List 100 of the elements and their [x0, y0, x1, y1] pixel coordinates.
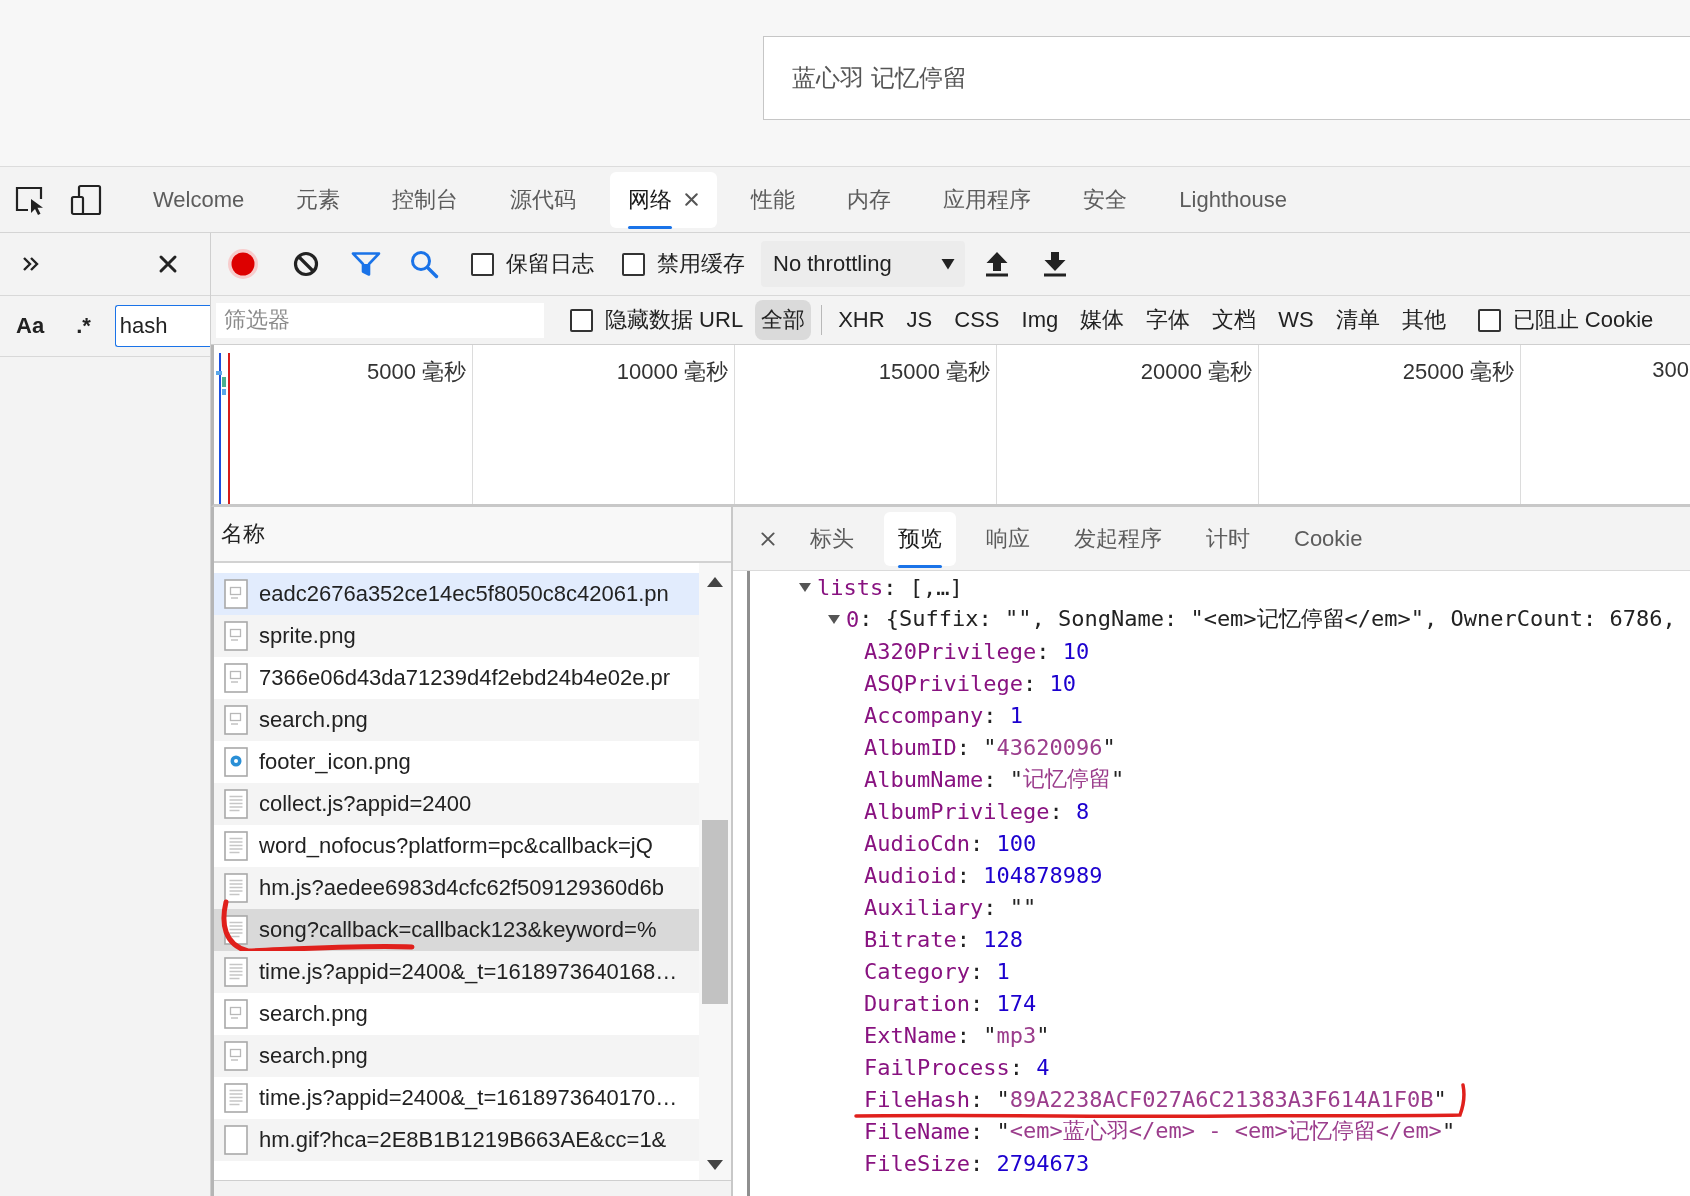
request-row[interactable]: sprite.png: [214, 615, 699, 657]
checkbox[interactable]: [570, 308, 593, 332]
checkbox[interactable]: [1477, 308, 1501, 332]
detail-tab[interactable]: 预览: [884, 511, 956, 566]
resource-type-filter[interactable]: 媒体: [1074, 300, 1131, 340]
checkbox-label: 隐藏数据 URL: [605, 306, 744, 334]
json-property: ExtName: "mp3": [863, 1021, 1051, 1050]
json-property: AlbumPrivilege: 8: [863, 797, 1091, 826]
circle-slash-icon[interactable]: [293, 251, 319, 277]
resource-type-filter[interactable]: CSS: [948, 300, 1006, 340]
search-icon[interactable]: [409, 249, 439, 279]
json-property: Auxiliary: "": [863, 893, 1038, 922]
request-row[interactable]: hm.gif?hca=2E8B1B1219B663AE&cc=1&: [214, 1119, 699, 1161]
time-tick-label: 300: [1652, 357, 1689, 383]
image-file-icon: [224, 663, 248, 693]
close-icon[interactable]: [684, 192, 700, 207]
json-property: Audioid: 104878989: [863, 861, 1104, 890]
double-chevron-icon[interactable]: [22, 255, 40, 273]
image-file-icon: [224, 1041, 248, 1071]
json-property: FileSize: 2794673: [863, 1149, 1091, 1178]
image-file-icon: [224, 621, 248, 651]
resource-type-filter[interactable]: 字体: [1140, 300, 1197, 340]
request-row[interactable]: search.png: [214, 1035, 699, 1077]
resource-type-filter[interactable]: JS: [900, 300, 939, 340]
image-file-icon: [224, 579, 248, 609]
caret-icon[interactable]: [827, 613, 841, 625]
scroll-down-icon[interactable]: [707, 1160, 723, 1170]
json-property: AlbumName: "记忆停留": [863, 765, 1126, 794]
resource-type-filter[interactable]: Img: [1015, 300, 1065, 340]
panel-tab[interactable]: 安全: [1065, 171, 1146, 228]
resource-type-filter[interactable]: WS: [1272, 300, 1320, 340]
json-tree-node[interactable]: 0: {Suffix: "", SongName: "<em>记忆停留</em>", OwnerCount: 6786,: [750, 603, 1690, 635]
json-property: ASQPrivilege: 10: [863, 669, 1077, 698]
request-row[interactable]: eadc2676a352ce14ec5f8050c8c42061.pn: [214, 573, 699, 615]
checkbox[interactable]: [471, 252, 494, 276]
json-property: FileHash: "89A2238ACF027A6C21383A3F614A1F0B": [750, 1083, 1690, 1115]
resource-type-filter[interactable]: 清单: [1329, 300, 1386, 340]
panel-tab[interactable]: 元素: [278, 171, 359, 228]
panel-tab[interactable]: 内存: [829, 171, 910, 228]
checkbox-label: 保留日志: [506, 250, 594, 278]
search-input[interactable]: hash: [114, 305, 210, 347]
column-header: 名称: [221, 520, 265, 548]
request-row[interactable]: time.js?appid=2400&_t=1618973640168…: [214, 951, 699, 993]
time-tick-label: 10000 毫秒: [616, 358, 728, 386]
close-icon[interactable]: [158, 254, 178, 274]
panel-tab[interactable]: 性能: [733, 171, 814, 228]
text-file-icon: [224, 789, 248, 819]
detail-tab[interactable]: 标头: [796, 511, 868, 566]
upload-icon[interactable]: [985, 251, 1009, 277]
json-property: Category: 1: [863, 957, 1011, 986]
caret-icon[interactable]: [798, 581, 812, 593]
panel-tab[interactable]: Welcome: [135, 171, 263, 228]
blank-file-icon: [224, 1125, 248, 1155]
json-property: Bitrate: 128: [863, 925, 1024, 954]
phone-tablet-icon[interactable]: [70, 183, 102, 216]
detail-tab[interactable]: 计时: [1192, 511, 1264, 566]
scroll-up-icon[interactable]: [707, 577, 723, 587]
text-file-icon: [224, 873, 248, 903]
resource-type-filter[interactable]: 文档: [1206, 300, 1263, 340]
panel-tab[interactable]: 控制台: [374, 171, 477, 228]
record-icon[interactable]: [227, 248, 259, 280]
json-property: FailProcess: 4: [863, 1053, 1051, 1082]
panel-tab[interactable]: 应用程序: [925, 171, 1050, 228]
detail-tab[interactable]: 响应: [972, 511, 1044, 566]
json-property: AlbumID: "43620096": [863, 733, 1117, 762]
filter-field[interactable]: 筛选器: [216, 302, 544, 338]
circle-file-icon: [224, 747, 248, 777]
json-property: FileName: "<em>蓝心羽</em> - <em>记忆停留</em>": [863, 1117, 1457, 1146]
time-tick-label: 25000 毫秒: [1402, 358, 1514, 386]
download-icon[interactable]: [1043, 251, 1067, 277]
checkbox[interactable]: [622, 252, 645, 276]
time-tick-label: 5000 毫秒: [366, 358, 466, 386]
throttling-select[interactable]: No throttling: [761, 241, 965, 287]
request-row[interactable]: hm.js?aedee6983d4cfc62f509129360d6b: [214, 867, 699, 909]
text-file-icon: [224, 831, 248, 861]
funnel-icon[interactable]: [351, 251, 381, 277]
text-file-icon: [224, 957, 248, 987]
resource-type-filter[interactable]: 全部: [755, 300, 812, 340]
time-tick-label: 15000 毫秒: [878, 358, 990, 386]
panel-tab[interactable]: 源代码: [492, 171, 595, 228]
resource-type-filter[interactable]: XHR: [832, 300, 891, 340]
checkbox-label: 禁用缓存: [657, 250, 745, 278]
scrollbar-thumb[interactable]: [702, 820, 728, 1004]
json-property: Duration: 174: [863, 989, 1038, 1018]
text-file-icon: [224, 1083, 248, 1113]
request-row[interactable]: search.png: [214, 699, 699, 741]
close-icon[interactable]: [760, 530, 776, 547]
panel-tab[interactable]: Lighthouse: [1161, 171, 1305, 228]
search-field[interactable]: 蓝心羽 记忆停留: [763, 36, 1690, 120]
time-tick-label: 20000 毫秒: [1140, 358, 1252, 386]
json-property: A320Privilege: 10: [863, 637, 1091, 666]
regex-button[interactable]: .*: [76, 315, 91, 337]
resource-type-filter[interactable]: 其他: [1395, 300, 1452, 340]
detail-tab[interactable]: 发起程序: [1060, 511, 1176, 566]
match-case-button[interactable]: Aa: [16, 315, 45, 337]
panel-tab[interactable]: 网络: [610, 171, 718, 228]
request-row[interactable]: collect.js?appid=2400: [214, 783, 699, 825]
json-tree-node[interactable]: lists: [,…]: [750, 571, 1690, 603]
detail-tab[interactable]: Cookie: [1280, 511, 1377, 566]
json-property: AudioCdn: 100: [863, 829, 1038, 858]
